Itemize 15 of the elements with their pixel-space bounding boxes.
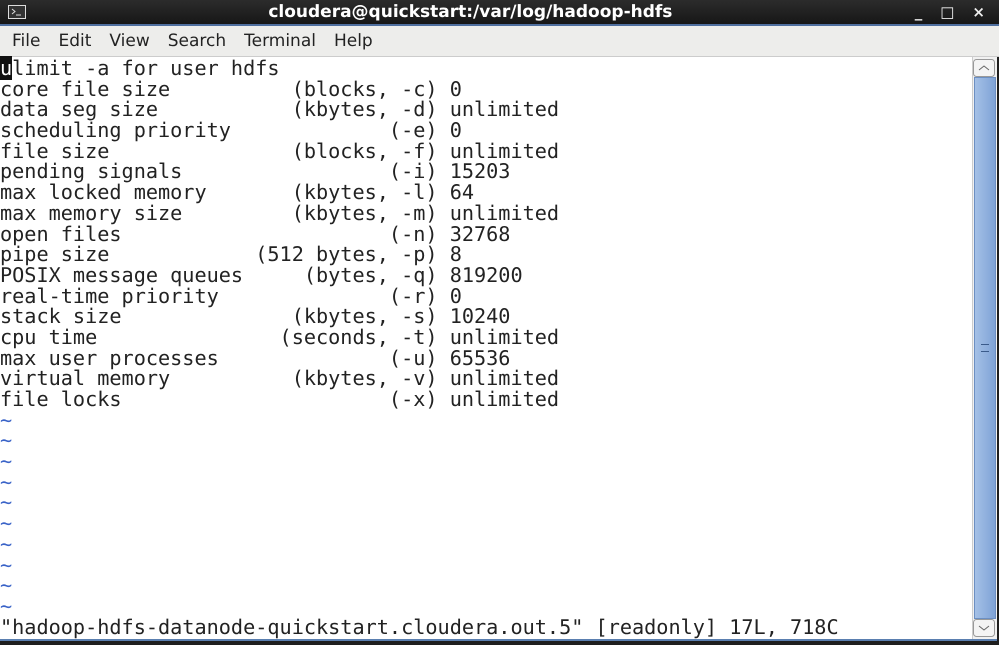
menu-item[interactable]: Terminal bbox=[235, 29, 325, 53]
scroll-down-button[interactable] bbox=[973, 619, 995, 637]
menu-item[interactable]: Search bbox=[158, 29, 236, 53]
terminal-icon bbox=[8, 5, 26, 19]
scroll-up-button[interactable] bbox=[973, 59, 995, 77]
window-control-button[interactable]: × bbox=[972, 3, 985, 21]
window-title: cloudera@quickstart:/var/log/hadoop-hdfs bbox=[267, 2, 674, 22]
window-control-button[interactable]: _ bbox=[914, 3, 922, 21]
menu-item[interactable]: Help bbox=[324, 29, 382, 53]
window-control-button[interactable]: □ bbox=[940, 3, 954, 21]
menu-item[interactable]: View bbox=[100, 29, 159, 53]
scrollbar-thumb[interactable] bbox=[974, 77, 996, 619]
text-cursor: u bbox=[0, 56, 12, 80]
menu-item[interactable]: File bbox=[3, 29, 50, 53]
menu-item[interactable]: Edit bbox=[49, 29, 100, 53]
